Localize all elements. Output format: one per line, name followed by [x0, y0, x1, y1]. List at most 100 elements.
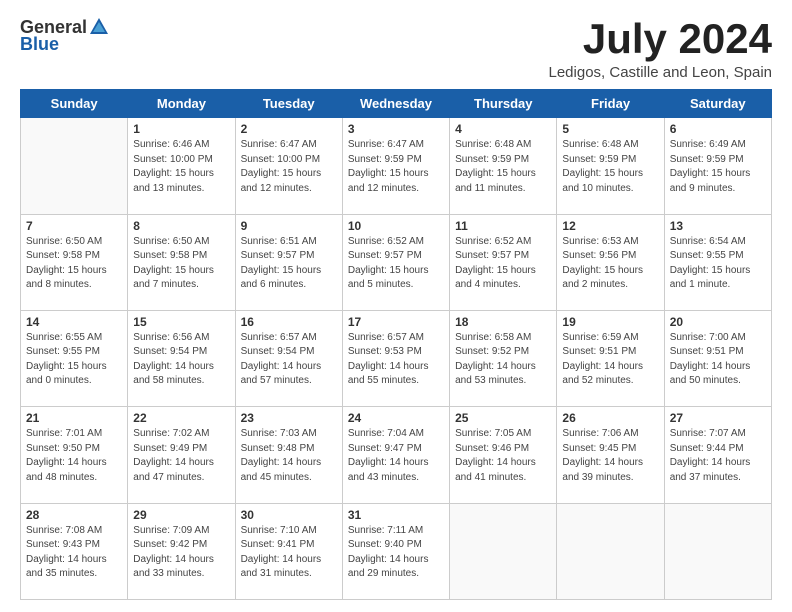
header-tuesday: Tuesday — [235, 90, 342, 118]
table-row: 31 Sunrise: 7:11 AM Sunset: 9:40 PM Dayli… — [342, 503, 449, 599]
day-info: Sunrise: 7:09 AM Sunset: 9:42 PM Dayligh… — [133, 524, 229, 582]
table-row: 20 Sunrise: 7:00 AM Sunset: 9:51 PM Dayli… — [664, 310, 771, 406]
table-row: 28 Sunrise: 7:08 AM Sunset: 9:43 PM Dayli… — [21, 503, 128, 599]
table-row — [450, 503, 557, 599]
day-number: 18 — [455, 315, 551, 329]
day-info: Sunrise: 6:46 AM Sunset: 10:00 PM Daylig… — [133, 138, 229, 196]
day-number: 20 — [670, 315, 766, 329]
header-sunday: Sunday — [21, 90, 128, 118]
day-info: Sunrise: 6:49 AM Sunset: 9:59 PM Dayligh… — [670, 138, 766, 196]
day-info: Sunrise: 7:06 AM Sunset: 9:45 PM Dayligh… — [562, 427, 658, 485]
day-number: 7 — [26, 219, 122, 233]
day-number: 5 — [562, 122, 658, 136]
day-info: Sunrise: 7:00 AM Sunset: 9:51 PM Dayligh… — [670, 331, 766, 389]
table-row: 14 Sunrise: 6:55 AM Sunset: 9:55 PM Dayli… — [21, 310, 128, 406]
day-info: Sunrise: 6:47 AM Sunset: 9:59 PM Dayligh… — [348, 138, 444, 196]
calendar-table: Sunday Monday Tuesday Wednesday Thursday… — [20, 89, 772, 600]
day-info: Sunrise: 7:02 AM Sunset: 9:49 PM Dayligh… — [133, 427, 229, 485]
table-row: 29 Sunrise: 7:09 AM Sunset: 9:42 PM Dayli… — [128, 503, 235, 599]
table-row: 19 Sunrise: 6:59 AM Sunset: 9:51 PM Dayli… — [557, 310, 664, 406]
day-number: 6 — [670, 122, 766, 136]
table-row: 23 Sunrise: 7:03 AM Sunset: 9:48 PM Dayli… — [235, 407, 342, 503]
calendar-week-row: 14 Sunrise: 6:55 AM Sunset: 9:55 PM Dayli… — [21, 310, 772, 406]
day-number: 21 — [26, 411, 122, 425]
table-row: 24Sunrise: 7:04 AM Sunset: 9:47 PM Dayli… — [342, 407, 449, 503]
table-row: 3 Sunrise: 6:47 AM Sunset: 9:59 PM Daylig… — [342, 118, 449, 214]
month-title: July 2024 — [549, 16, 773, 62]
day-info: Sunrise: 7:03 AM Sunset: 9:48 PM Dayligh… — [241, 427, 337, 485]
day-number: 26 — [562, 411, 658, 425]
day-number: 19 — [562, 315, 658, 329]
table-row: 16Sunrise: 6:57 AM Sunset: 9:54 PM Dayli… — [235, 310, 342, 406]
day-number: 10 — [348, 219, 444, 233]
table-row: 8 Sunrise: 6:50 AM Sunset: 9:58 PM Daylig… — [128, 214, 235, 310]
day-number: 3 — [348, 122, 444, 136]
day-number: 28 — [26, 508, 122, 522]
day-info: Sunrise: 7:08 AM Sunset: 9:43 PM Dayligh… — [26, 524, 122, 582]
table-row: 15Sunrise: 6:56 AM Sunset: 9:54 PM Dayli… — [128, 310, 235, 406]
day-number: 2 — [241, 122, 337, 136]
logo: General Blue — [20, 16, 111, 55]
day-info: Sunrise: 6:51 AM Sunset: 9:57 PM Dayligh… — [241, 235, 337, 293]
day-number: 4 — [455, 122, 551, 136]
day-info: Sunrise: 6:58 AM Sunset: 9:52 PM Dayligh… — [455, 331, 551, 389]
calendar-week-row: 7 Sunrise: 6:50 AM Sunset: 9:58 PM Daylig… — [21, 214, 772, 310]
table-row: 26 Sunrise: 7:06 AM Sunset: 9:45 PM Dayli… — [557, 407, 664, 503]
day-info: Sunrise: 6:50 AM Sunset: 9:58 PM Dayligh… — [133, 235, 229, 293]
day-info: Sunrise: 6:54 AM Sunset: 9:55 PM Dayligh… — [670, 235, 766, 293]
table-row: 1Sunrise: 6:46 AM Sunset: 10:00 PM Dayli… — [128, 118, 235, 214]
day-number: 29 — [133, 508, 229, 522]
day-info: Sunrise: 6:57 AM Sunset: 9:53 PM Dayligh… — [348, 331, 444, 389]
header-saturday: Saturday — [664, 90, 771, 118]
table-row: 6 Sunrise: 6:49 AM Sunset: 9:59 PM Daylig… — [664, 118, 771, 214]
table-row: 10Sunrise: 6:52 AM Sunset: 9:57 PM Dayli… — [342, 214, 449, 310]
day-info: Sunrise: 6:47 AM Sunset: 10:00 PM Daylig… — [241, 138, 337, 196]
day-number: 27 — [670, 411, 766, 425]
table-row: 2 Sunrise: 6:47 AM Sunset: 10:00 PM Dayli… — [235, 118, 342, 214]
table-row: 18 Sunrise: 6:58 AM Sunset: 9:52 PM Dayli… — [450, 310, 557, 406]
day-number: 30 — [241, 508, 337, 522]
header: General Blue July 2024 Ledigos, Castille… — [20, 16, 772, 81]
day-number: 25 — [455, 411, 551, 425]
day-number: 23 — [241, 411, 337, 425]
header-monday: Monday — [128, 90, 235, 118]
location: Ledigos, Castille and Leon, Spain — [549, 64, 773, 81]
table-row: 4Sunrise: 6:48 AM Sunset: 9:59 PM Daylig… — [450, 118, 557, 214]
calendar-week-row: 28 Sunrise: 7:08 AM Sunset: 9:43 PM Dayli… — [21, 503, 772, 599]
table-row — [557, 503, 664, 599]
day-number: 17 — [348, 315, 444, 329]
day-number: 31 — [348, 508, 444, 522]
day-info: Sunrise: 6:55 AM Sunset: 9:55 PM Dayligh… — [26, 331, 122, 389]
day-info: Sunrise: 7:11 AM Sunset: 9:40 PM Dayligh… — [348, 524, 444, 582]
table-row: 12Sunrise: 6:53 AM Sunset: 9:56 PM Dayli… — [557, 214, 664, 310]
day-number: 9 — [241, 219, 337, 233]
day-info: Sunrise: 6:59 AM Sunset: 9:51 PM Dayligh… — [562, 331, 658, 389]
day-info: Sunrise: 6:50 AM Sunset: 9:58 PM Dayligh… — [26, 235, 122, 293]
day-info: Sunrise: 6:52 AM Sunset: 9:57 PM Dayligh… — [455, 235, 551, 293]
table-row: 13Sunrise: 6:54 AM Sunset: 9:55 PM Dayli… — [664, 214, 771, 310]
title-area: July 2024 Ledigos, Castille and Leon, Sp… — [549, 16, 773, 81]
table-row: 17 Sunrise: 6:57 AM Sunset: 9:53 PM Dayli… — [342, 310, 449, 406]
day-info: Sunrise: 7:10 AM Sunset: 9:41 PM Dayligh… — [241, 524, 337, 582]
table-row: 22 Sunrise: 7:02 AM Sunset: 9:49 PM Dayli… — [128, 407, 235, 503]
day-number: 24 — [348, 411, 444, 425]
page: General Blue July 2024 Ledigos, Castille… — [0, 0, 792, 612]
day-number: 22 — [133, 411, 229, 425]
header-friday: Friday — [557, 90, 664, 118]
day-number: 16 — [241, 315, 337, 329]
day-info: Sunrise: 7:05 AM Sunset: 9:46 PM Dayligh… — [455, 427, 551, 485]
day-info: Sunrise: 6:48 AM Sunset: 9:59 PM Dayligh… — [562, 138, 658, 196]
logo-blue-text: Blue — [20, 34, 59, 55]
day-info: Sunrise: 7:07 AM Sunset: 9:44 PM Dayligh… — [670, 427, 766, 485]
table-row: 7 Sunrise: 6:50 AM Sunset: 9:58 PM Daylig… — [21, 214, 128, 310]
header-thursday: Thursday — [450, 90, 557, 118]
logo-icon — [88, 16, 110, 38]
day-number: 8 — [133, 219, 229, 233]
table-row: 30 Sunrise: 7:10 AM Sunset: 9:41 PM Dayli… — [235, 503, 342, 599]
day-number: 14 — [26, 315, 122, 329]
table-row: 25 Sunrise: 7:05 AM Sunset: 9:46 PM Dayli… — [450, 407, 557, 503]
day-number: 15 — [133, 315, 229, 329]
table-row: 9 Sunrise: 6:51 AM Sunset: 9:57 PM Daylig… — [235, 214, 342, 310]
table-row: 5 Sunrise: 6:48 AM Sunset: 9:59 PM Daylig… — [557, 118, 664, 214]
day-info: Sunrise: 7:01 AM Sunset: 9:50 PM Dayligh… — [26, 427, 122, 485]
